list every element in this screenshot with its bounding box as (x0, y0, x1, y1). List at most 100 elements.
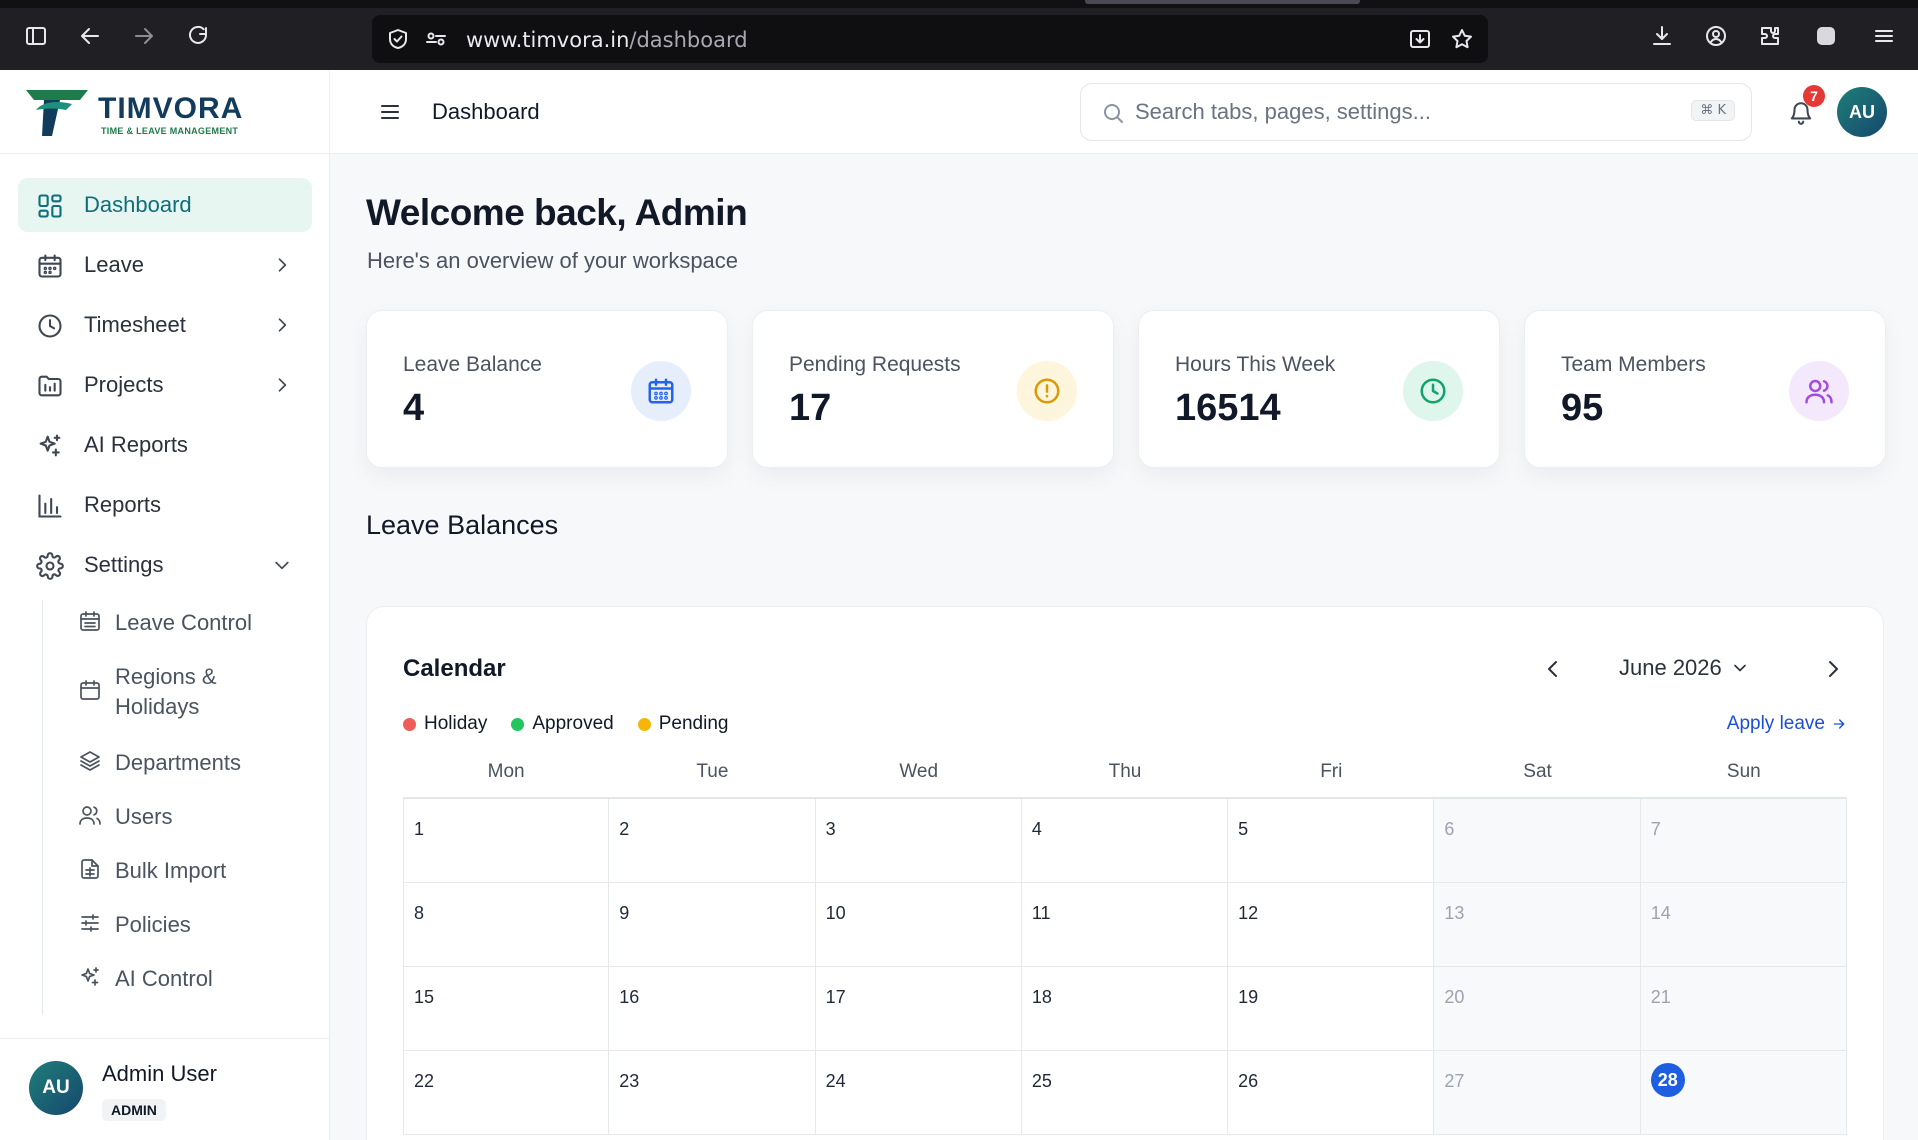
top-header: Dashboard ⌘ K 7 AU (330, 70, 1918, 154)
sidebar-subitem-label: Departments (115, 750, 241, 775)
chevron-right-icon[interactable] (1821, 657, 1845, 681)
day-number: 18 (1031, 987, 1052, 1007)
extension-app-icon[interactable] (1812, 22, 1840, 50)
stat-card-hours-this-week[interactable]: Hours This Week 16514 (1138, 310, 1500, 468)
sidebar-subitem-users[interactable]: Users (76, 800, 312, 836)
url-text[interactable]: www.timvora.in/dashboard (466, 28, 748, 52)
sidebar-item-dashboard[interactable]: Dashboard (18, 178, 312, 232)
day-number: 21 (1650, 987, 1671, 1007)
calendar-day-cell[interactable]: 8 (403, 883, 610, 967)
calendar-day-cell[interactable]: 13 (1434, 883, 1641, 967)
calendar-day-cell[interactable]: 19 (1228, 967, 1435, 1051)
account-icon[interactable] (1702, 22, 1730, 50)
calendar-day-cell[interactable]: 12 (1228, 883, 1435, 967)
calendar-day-cell[interactable]: 21 (1640, 967, 1847, 1051)
sidebar-item-leave[interactable]: Leave (18, 238, 312, 292)
user-profile-footer[interactable]: AU Admin User ADMIN (0, 1038, 330, 1140)
grid-icon (36, 192, 64, 220)
calendar-day-cell[interactable]: 26 (1228, 1051, 1435, 1135)
day-number: 27 (1444, 1071, 1465, 1091)
day-number: 17 (825, 987, 846, 1007)
calendar-icon (36, 252, 64, 280)
shield-icon[interactable] (384, 25, 412, 53)
calendar-day-cell[interactable]: 3 (815, 799, 1022, 883)
calendar-day-cell[interactable]: 2 (609, 799, 816, 883)
stat-label: Hours This Week (1175, 353, 1336, 376)
back-icon[interactable] (76, 22, 104, 50)
calendar-day-cell[interactable]: 10 (815, 883, 1022, 967)
sidebar-subitem-regions-holidays[interactable]: Regions & Holidays (76, 660, 312, 724)
holiday-dot-icon (403, 717, 416, 731)
calendar-day-cell[interactable]: 22 (403, 1051, 610, 1135)
calendar-day-cell[interactable]: 18 (1021, 967, 1229, 1051)
search-box[interactable]: ⌘ K (1080, 83, 1752, 141)
calendar-icon (631, 361, 691, 421)
sidebar-item-projects[interactable]: Projects (18, 358, 312, 412)
calendar-day-cell[interactable]: 17 (815, 967, 1022, 1051)
sidebar-subitem-departments[interactable]: Departments (76, 746, 312, 782)
calendar-day-cell[interactable]: 1 (403, 799, 610, 883)
search-icon (1101, 101, 1125, 125)
sidebar-item-label: Settings (84, 552, 164, 577)
sidebar-subitem-bulk-import[interactable]: Bulk Import (76, 854, 312, 890)
forward-icon[interactable] (130, 22, 158, 50)
calendar-day-cell[interactable]: 11 (1021, 883, 1229, 967)
calendar-day-cell[interactable]: 28 (1640, 1051, 1847, 1135)
calendar-day-cell[interactable]: 15 (403, 967, 610, 1051)
chevron-right-icon (272, 255, 292, 275)
day-number: 22 (414, 1071, 435, 1091)
sparkles-icon (36, 432, 64, 460)
day-number: 9 (619, 903, 630, 923)
reload-icon[interactable] (184, 22, 212, 50)
sidebar-item-settings[interactable]: Settings (18, 538, 312, 592)
calendar-day-cell[interactable]: 24 (815, 1051, 1022, 1135)
search-input[interactable] (1135, 96, 1655, 128)
chevron-left-icon[interactable] (1541, 657, 1565, 681)
stat-value: 16514 (1175, 387, 1281, 429)
month-label: June 2026 (1619, 655, 1722, 680)
brand-logo[interactable]: TIMVORA TIME & LEAVE MANAGEMENT (0, 70, 330, 154)
downloads-icon[interactable] (1648, 22, 1676, 50)
bookmark-star-icon[interactable] (1448, 25, 1476, 53)
approved-dot-icon (511, 717, 525, 731)
calendar-day-cell[interactable]: 25 (1021, 1051, 1229, 1135)
sidebar-subitem-leave-control[interactable]: Leave Control (76, 606, 312, 642)
calendar-day-cell[interactable]: 20 (1434, 967, 1641, 1051)
stat-card-leave-balance[interactable]: Leave Balance 4 (366, 310, 728, 468)
sidebar-subitem-label: Leave Control (115, 610, 252, 635)
day-number: 1 (414, 819, 425, 839)
sidebar-subitem-ai-control[interactable]: AI Control (76, 962, 312, 998)
calendar-day-cell[interactable]: 27 (1434, 1051, 1641, 1135)
avatar[interactable]: AU (1837, 87, 1887, 137)
sidebar-toggle-icon[interactable] (22, 22, 50, 50)
address-bar[interactable]: www.timvora.in/dashboard (372, 15, 1488, 63)
sidebar-item-ai-reports[interactable]: AI Reports (18, 418, 312, 472)
day-number: 8 (414, 903, 425, 923)
apply-leave-link[interactable]: Apply leave (1727, 713, 1847, 735)
calendar-day-cell[interactable]: 4 (1021, 799, 1229, 883)
calendar-day-cell[interactable]: 7 (1640, 799, 1847, 883)
month-selector[interactable]: June 2026 (1619, 655, 1750, 681)
day-number: 11 (1031, 903, 1051, 923)
url-path: /dashboard (629, 28, 748, 52)
calendar-day-cell[interactable]: 6 (1434, 799, 1641, 883)
sidebar-item-reports[interactable]: Reports (18, 478, 312, 532)
sidebar-item-timesheet[interactable]: Timesheet (18, 298, 312, 352)
stat-card-pending-requests[interactable]: Pending Requests 17 (752, 310, 1114, 468)
calendar-day-cell[interactable]: 16 (609, 967, 816, 1051)
weekday-label: Tue (696, 761, 729, 782)
install-app-icon[interactable] (1406, 25, 1434, 53)
hamburger-menu-icon[interactable] (378, 100, 402, 124)
site-settings-icon[interactable] (422, 25, 450, 53)
browser-menu-icon[interactable] (1870, 22, 1898, 50)
calendar-day-cell[interactable]: 5 (1228, 799, 1435, 883)
sidebar-subitem-policies[interactable]: Policies (76, 908, 312, 944)
extensions-icon[interactable] (1756, 22, 1784, 50)
timvora-logo-icon (26, 90, 88, 136)
calendar-day-cell[interactable]: 9 (609, 883, 816, 967)
calendar-day-cell[interactable]: 14 (1640, 883, 1847, 967)
stat-card-team-members[interactable]: Team Members 95 (1524, 310, 1886, 468)
today-day-number: 28 (1650, 1063, 1685, 1097)
calendar-day-cell[interactable]: 23 (609, 1051, 816, 1135)
day-number: 25 (1031, 1071, 1052, 1091)
